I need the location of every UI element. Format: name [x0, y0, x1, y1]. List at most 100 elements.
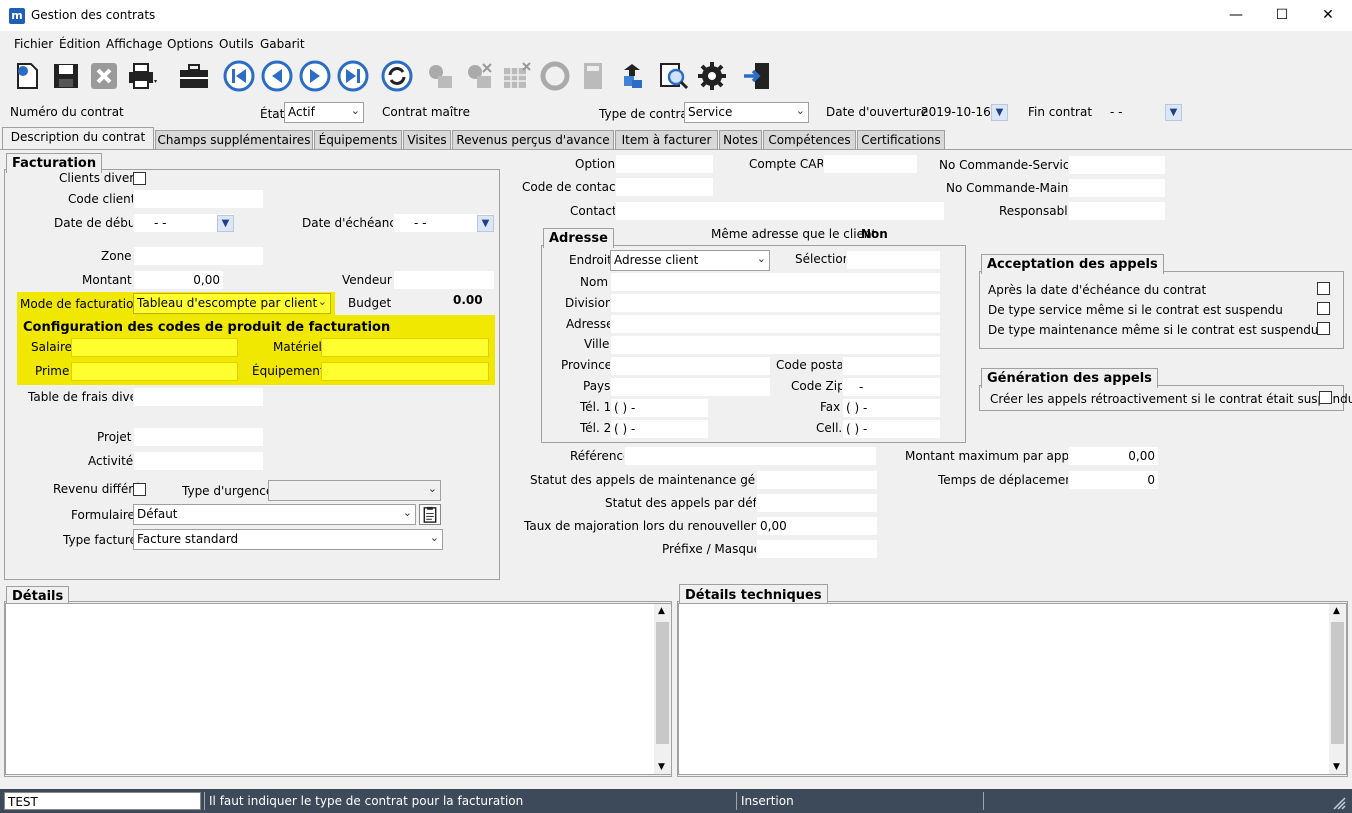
statut-defaut-input[interactable]	[756, 493, 878, 513]
tab-champs[interactable]: Champs supplémentaires	[155, 130, 313, 149]
tel2-input[interactable]: ( ) -	[610, 419, 709, 439]
code-zip-input[interactable]: -	[842, 377, 941, 397]
menu-fichier[interactable]: Fichier	[14, 37, 53, 51]
save-icon[interactable]	[50, 60, 82, 92]
division-input[interactable]	[610, 293, 941, 313]
date-ouverture-value[interactable]: 2019-10-16	[921, 105, 991, 119]
montant-max-input[interactable]: 0,00	[1068, 446, 1159, 466]
pays-input[interactable]	[610, 377, 771, 397]
cancel-icon[interactable]	[88, 60, 120, 92]
responsable-input[interactable]	[1068, 201, 1166, 221]
tab-revenus[interactable]: Revenus perçus d'avance	[452, 130, 614, 149]
previous-record-icon[interactable]	[261, 60, 293, 92]
materiel-input[interactable]	[321, 338, 489, 357]
date-debut-dropdown[interactable]: ▼	[217, 215, 234, 232]
prime-input[interactable]	[71, 362, 238, 381]
fax-input[interactable]: ( ) -	[842, 398, 941, 418]
ville-input[interactable]	[610, 335, 941, 355]
reference-input[interactable]	[624, 446, 877, 466]
tel1-input[interactable]: ( ) -	[610, 398, 709, 418]
menu-edition[interactable]: Édition	[59, 37, 101, 51]
tab-certifications[interactable]: Certifications	[857, 130, 945, 149]
refresh-icon[interactable]	[381, 60, 413, 92]
export-icon[interactable]	[620, 60, 652, 92]
chevron-down-icon[interactable]: ▼	[658, 762, 665, 772]
code-client-input[interactable]	[133, 189, 264, 209]
new-document-icon[interactable]	[11, 60, 43, 92]
exit-door-icon[interactable]	[741, 60, 773, 92]
prefixe-input[interactable]	[756, 539, 878, 559]
first-record-icon[interactable]	[223, 60, 255, 92]
option-input[interactable]	[615, 154, 714, 174]
details-tech-scrollbar[interactable]: ▲ ▼	[1329, 604, 1346, 774]
details-tech-scroll-thumb[interactable]	[1331, 622, 1344, 744]
menu-affichage[interactable]: Affichage	[106, 37, 162, 51]
contact-input[interactable]	[615, 201, 945, 221]
adresse-input[interactable]	[610, 314, 941, 334]
zone-input[interactable]	[133, 246, 264, 266]
no-cmd-maint-input[interactable]	[1068, 178, 1166, 198]
vendeur-input[interactable]	[393, 270, 495, 290]
chevron-up-icon[interactable]: ▲	[658, 606, 665, 616]
tab-visites[interactable]: Visites	[403, 130, 451, 149]
type-contrat-select[interactable]: Service ⌄	[684, 102, 809, 123]
etat-select[interactable]: Actif ⌄	[284, 102, 364, 123]
details-scroll-thumb[interactable]	[656, 622, 669, 744]
details-textarea[interactable]	[5, 603, 671, 775]
generation-checkbox[interactable]	[1319, 391, 1332, 404]
tab-description[interactable]: Description du contrat	[2, 127, 154, 149]
endroit-select[interactable]: Adresse client ⌄	[610, 250, 770, 271]
statut-maint-input[interactable]	[756, 470, 878, 490]
revenu-differe-checkbox[interactable]	[133, 483, 146, 496]
activite-input[interactable]	[133, 451, 264, 471]
type-facture-select[interactable]: Facture standard ⌄	[133, 529, 443, 550]
taux-input[interactable]: 0,00	[756, 516, 878, 536]
clients-divers-checkbox[interactable]	[133, 172, 146, 185]
nom-input[interactable]	[610, 272, 941, 292]
settings-gear-icon[interactable]	[696, 60, 728, 92]
date-ouverture-dropdown[interactable]: ▼	[991, 104, 1008, 121]
close-button[interactable]: ✕	[1305, 0, 1351, 31]
details-tech-textarea[interactable]	[678, 603, 1347, 775]
menu-gabarit[interactable]: Gabarit	[260, 37, 305, 51]
table-frais-input[interactable]	[133, 387, 264, 407]
acceptation-checkbox-2[interactable]	[1317, 302, 1330, 315]
mode-facturation-select[interactable]: Tableau d'escompte par client ⌄	[133, 293, 331, 314]
formulaire-select[interactable]: Défaut ⌄	[133, 504, 416, 525]
code-contact-input[interactable]	[615, 177, 714, 197]
date-echeance-dropdown[interactable]: ▼	[477, 215, 494, 232]
chevron-up-icon[interactable]: ▲	[1333, 606, 1340, 616]
chevron-down-icon[interactable]: ▼	[1333, 762, 1340, 772]
cell-input[interactable]: ( ) -	[842, 419, 941, 439]
last-record-icon[interactable]	[337, 60, 369, 92]
compte-car-input[interactable]	[823, 154, 918, 174]
details-scrollbar[interactable]: ▲ ▼	[654, 604, 671, 774]
search-document-icon[interactable]	[658, 60, 690, 92]
tab-equipements[interactable]: Équipements	[314, 130, 402, 149]
fin-contrat-value[interactable]: - -	[1110, 105, 1122, 119]
type-urgence-select[interactable]: ⌄	[268, 480, 441, 501]
salaire-input[interactable]	[71, 338, 238, 357]
next-record-icon[interactable]	[299, 60, 331, 92]
formulaire-edit-button[interactable]	[419, 504, 441, 525]
temps-input[interactable]: 0	[1068, 470, 1159, 490]
acceptation-checkbox-1[interactable]	[1317, 282, 1330, 295]
province-input[interactable]	[610, 356, 771, 376]
code-postal-input[interactable]	[842, 356, 941, 376]
maximize-button[interactable]: ☐	[1259, 0, 1305, 31]
projet-input[interactable]	[133, 427, 264, 447]
montant-input[interactable]: 0,00	[133, 270, 224, 290]
status-field[interactable]: TEST	[4, 792, 201, 810]
menu-outils[interactable]: Outils	[219, 37, 254, 51]
menu-options[interactable]: Options	[167, 37, 213, 51]
briefcase-icon[interactable]	[178, 60, 210, 92]
equipement-input[interactable]	[321, 362, 489, 381]
no-cmd-service-input[interactable]	[1068, 155, 1166, 175]
selection-input[interactable]	[846, 250, 941, 270]
fin-contrat-dropdown[interactable]: ▼	[1165, 104, 1182, 121]
tab-competences[interactable]: Compétences	[763, 130, 856, 149]
tab-item-facturer[interactable]: Item à facturer	[615, 130, 718, 149]
print-icon[interactable]	[126, 60, 158, 92]
tab-notes[interactable]: Notes	[719, 130, 762, 149]
resize-grip-icon[interactable]	[1330, 794, 1346, 810]
